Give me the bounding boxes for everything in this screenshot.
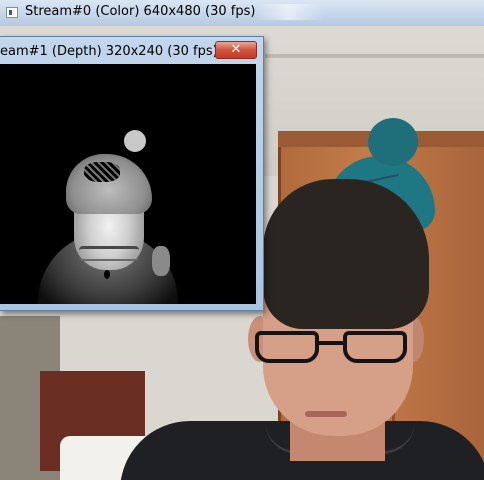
- depth-window-titlebar[interactable]: eam#1 (Depth) 320x240 (30 fps) ✕: [0, 37, 263, 64]
- faded-taskbar-tab: [255, 4, 323, 20]
- person-mouth: [305, 411, 347, 417]
- depth-ear-region: [152, 246, 170, 276]
- glasses-left-lens: [255, 331, 319, 363]
- close-icon: ✕: [230, 42, 242, 57]
- depth-video-feed: [0, 64, 256, 304]
- window-app-icon: [6, 7, 18, 18]
- glasses-right-lens: [343, 331, 407, 363]
- glasses-bridge: [317, 341, 345, 345]
- close-button[interactable]: ✕: [215, 41, 257, 59]
- ceiling-trim: [265, 54, 484, 58]
- depth-noise-region: [84, 162, 120, 182]
- depth-window-title: eam#1 (Depth) 320x240 (30 fps): [0, 44, 218, 59]
- depth-mouth-hole: [104, 270, 110, 279]
- person-glasses: [255, 331, 412, 367]
- depth-stream-window: eam#1 (Depth) 320x240 (30 fps) ✕: [0, 36, 264, 311]
- plush-mascot-head: [368, 118, 418, 166]
- color-window-titlebar[interactable]: Stream#0 (Color) 640x480 (30 fps): [0, 0, 484, 27]
- depth-mascot-top: [124, 130, 146, 152]
- depth-glasses-region: [79, 246, 139, 261]
- person-hair: [263, 179, 429, 329]
- color-window-title: Stream#0 (Color) 640x480 (30 fps): [25, 4, 256, 19]
